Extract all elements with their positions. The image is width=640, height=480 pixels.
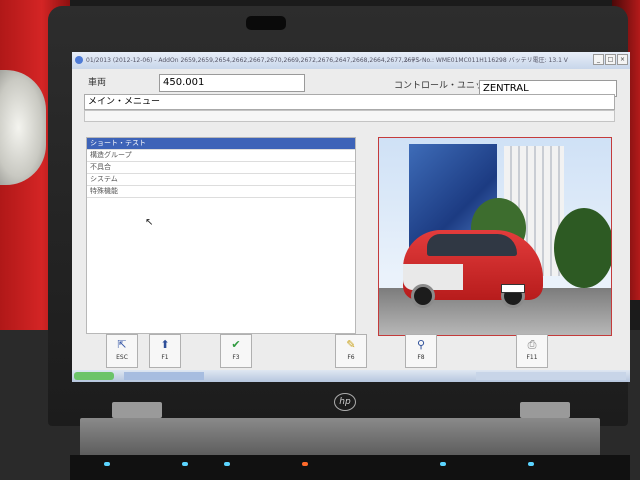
list-item-system[interactable]: システム: [87, 174, 355, 186]
menu-subbar: [84, 110, 615, 122]
status-led: [302, 462, 308, 466]
webcam: [246, 16, 286, 30]
wheel-shape: [411, 284, 435, 308]
mouse-cursor-icon: ↖: [145, 217, 154, 228]
taskbar: [72, 370, 630, 382]
status-led: [528, 462, 534, 466]
main-menu-title: メイン・メニュー: [84, 94, 615, 110]
vin-info: シャシNo.: WME01MC011H116298 バッテリ電圧: 13.1 V: [404, 57, 568, 64]
list-item-structure-group[interactable]: 構造グループ: [87, 150, 355, 162]
check-icon: ✔: [231, 338, 241, 351]
f6-button[interactable]: ✎ F6: [335, 334, 367, 368]
app-icon: [75, 56, 83, 64]
vehicle-photo: [378, 137, 612, 336]
f1-button[interactable]: ⬆ F1: [149, 334, 181, 368]
title-bar: 01/2013 (2012-12-06) - AddOn 2659,2659,2…: [72, 52, 630, 69]
function-key-bar: ⇱ ESC ⬆ F1 ✔ F3 ✎ F6 ⚲ F8 ⎙ F11: [92, 332, 622, 368]
laptop-front-edge: [70, 455, 630, 480]
status-led: [104, 462, 110, 466]
battery-voltage: バッテリ電圧: 13.1 V: [508, 57, 568, 64]
license-plate: [501, 284, 525, 293]
f8-button[interactable]: ⚲ F8: [405, 334, 437, 368]
menu-list: ショート・テスト 構造グループ 不具合 システム 特殊機能: [86, 137, 356, 334]
list-item-faults[interactable]: 不具合: [87, 162, 355, 174]
app-title: 01/2013 (2012-12-06) - AddOn 2659,2659,2…: [86, 57, 420, 64]
car-window-shape: [427, 234, 517, 256]
f3-button[interactable]: ✔ F3: [220, 334, 252, 368]
hinge-right: [520, 402, 570, 418]
minimize-button[interactable]: _: [593, 54, 604, 65]
up-arrow-icon: ⬆: [160, 338, 170, 351]
list-item-special-functions[interactable]: 特殊機能: [87, 186, 355, 198]
esc-button[interactable]: ⇱ ESC: [106, 334, 138, 368]
status-led: [224, 462, 230, 466]
hinge-left: [112, 402, 162, 418]
hp-logo: hp: [334, 393, 356, 411]
maximize-button[interactable]: □: [605, 54, 616, 65]
window-controls: _ □ ×: [593, 54, 628, 65]
car-door-shape: [403, 264, 463, 290]
close-button[interactable]: ×: [617, 54, 628, 65]
vehicle-label: 車両: [88, 78, 107, 88]
vehicle-field: 450.001: [159, 74, 305, 92]
print-icon: ⎙: [527, 338, 537, 351]
search-key-icon: ✎: [346, 338, 356, 351]
laptop-screen: 01/2013 (2012-12-06) - AddOn 2659,2659,2…: [72, 52, 630, 382]
start-button[interactable]: [74, 372, 114, 380]
version-info: 2659,2659,2654,2662,2667,2670,2669,2672,…: [180, 57, 420, 64]
taskbar-app[interactable]: [124, 372, 204, 380]
tree-shape: [554, 208, 611, 288]
status-led: [440, 462, 446, 466]
exit-icon: ⇱: [117, 338, 127, 351]
list-item-short-test[interactable]: ショート・テスト: [87, 138, 355, 150]
laptop-base: [80, 418, 600, 458]
f11-button[interactable]: ⎙ F11: [516, 334, 548, 368]
magnifier-icon: ⚲: [416, 338, 426, 351]
status-led: [182, 462, 188, 466]
system-tray: [476, 372, 626, 380]
